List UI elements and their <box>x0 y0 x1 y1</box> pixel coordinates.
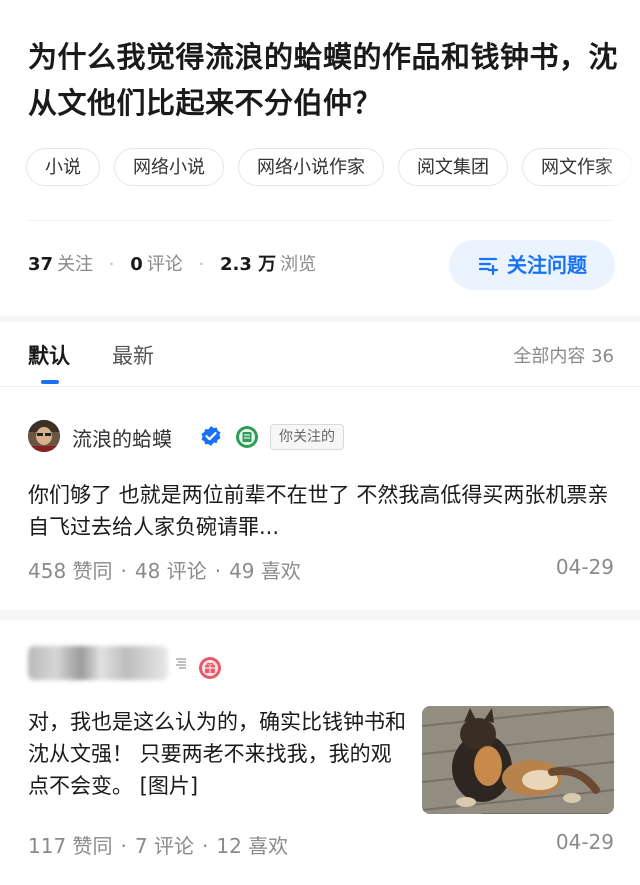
followers-count: 37 <box>28 254 54 275</box>
answer-item[interactable]: 对，我也是这么认为的，确实比钱钟书和沈从文强！ 只要两老不来找我，我的观点不会变… <box>0 620 640 885</box>
follow-question-button[interactable]: 关注问题 <box>449 240 615 290</box>
comments-count: 0 <box>130 254 143 275</box>
like-count: 12 喜欢 <box>216 834 289 858</box>
follow-question-label: 关注问题 <box>507 253 587 277</box>
views-label: 浏览 <box>280 254 317 275</box>
like-count: 49 喜欢 <box>229 559 301 583</box>
followed-tag: 你关注的 <box>270 424 344 450</box>
question-header: 为什么我觉得流浪的蛤蟆的作品和钱钟书，沈从文他们比起来不分伯仲？ 小说 网络小说网… <box>0 0 640 316</box>
topic-tag[interactable]: 阅文集团 <box>398 148 508 186</box>
comment-count: 7 评论 <box>134 834 194 858</box>
tab-latest[interactable]: 最新 <box>112 340 154 370</box>
tab-default[interactable]: 默认 <box>28 340 70 370</box>
answer-tabs: 默认 最新 全部内容 36 <box>0 322 640 387</box>
answer-meta: 117 赞同 · 7 评论 · 12 喜欢 <box>28 834 289 858</box>
answer-meta: 458 赞同 · 48 评论 · 49 喜欢 <box>28 559 301 583</box>
topic-tags: 小说 网络小说 网络小说作家 阅文集团 网文作家 <box>26 148 640 188</box>
book-badge-icon <box>236 426 258 448</box>
comment-count: 48 评论 <box>134 559 207 583</box>
answer-thumbnail[interactable] <box>422 706 614 814</box>
topic-tag[interactable]: 小说 <box>26 148 100 186</box>
blurred-author <box>28 646 168 680</box>
all-content-count: 全部内容 36 <box>513 346 614 367</box>
answer-item[interactable]: 流浪的蛤蟆 你关注的 你们够了 也就是两位前辈不在世了 不然我高低得买两张机票亲… <box>0 387 640 610</box>
answer-date: 04-29 <box>555 555 614 579</box>
gift-badge-icon <box>199 657 221 679</box>
mini-mark-icon <box>176 658 186 669</box>
divider <box>28 220 612 221</box>
comments-label[interactable]: 评论 <box>147 254 183 275</box>
question-stats: 37 关注 · 0 评论 · 2.3 万浏览 <box>28 250 316 276</box>
answer-date: 04-29 <box>555 830 614 854</box>
question-title[interactable]: 为什么我觉得流浪的蛤蟆的作品和钱钟书，沈从文他们比起来不分伯仲？ <box>28 34 618 126</box>
follow-question-icon <box>478 257 499 276</box>
stats-separator: · <box>198 254 205 275</box>
active-tab-indicator <box>41 380 59 384</box>
verified-icon <box>201 426 221 446</box>
topic-tag[interactable]: 网络小说 <box>114 148 224 186</box>
upvote-count: 117 赞同 <box>28 834 113 858</box>
followers-label: 关注 <box>57 254 94 275</box>
answer-excerpt[interactable]: 你们够了 也就是两位前辈不在世了 不然我高低得买两张机票亲自飞过去给人家负碗请罪… <box>28 479 616 543</box>
topic-tag[interactable]: 网络小说作家 <box>238 148 384 186</box>
tags-fade <box>600 148 640 188</box>
views-count: 2.3 万 <box>220 254 277 275</box>
avatar[interactable] <box>28 420 60 452</box>
author-name[interactable]: 流浪的蛤蟆 <box>72 423 172 452</box>
stats-separator: · <box>108 254 115 275</box>
upvote-count: 458 赞同 <box>28 559 113 583</box>
answer-excerpt[interactable]: 对，我也是这么认为的，确实比钱钟书和沈从文强！ 只要两老不来找我，我的观点不会变… <box>28 706 408 802</box>
